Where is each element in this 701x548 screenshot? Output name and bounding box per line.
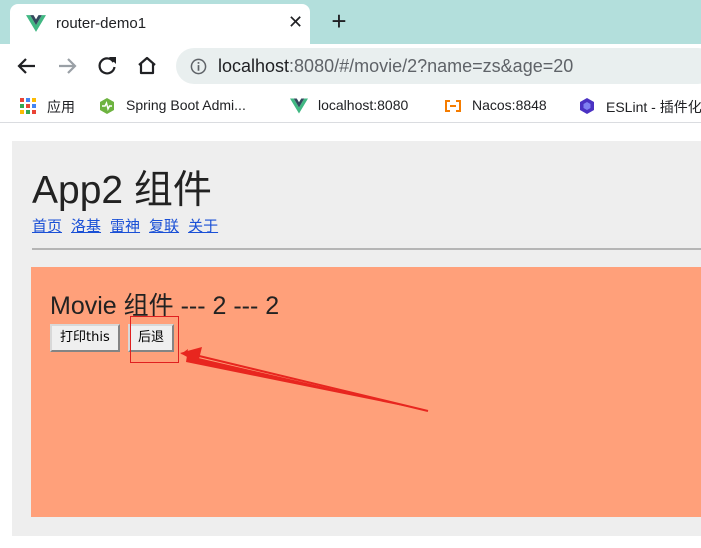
- tab-strip: router-demo1 ✕ +: [0, 0, 701, 44]
- print-this-button[interactable]: 打印this: [50, 324, 120, 352]
- nav-link-loki[interactable]: 洛基: [71, 218, 101, 235]
- apps-grid-icon: [20, 98, 36, 114]
- bookmark-label: Spring Boot Admi...: [126, 97, 246, 113]
- address-path: :8080/#/movie/2?name=zs&age=20: [289, 56, 574, 76]
- address-url[interactable]: localhost:8080/#/movie/2?name=zs&age=20: [218, 56, 573, 77]
- spring-boot-admin-icon: [100, 98, 114, 114]
- router-nav: 首页 洛基 雷神 复联 关于: [32, 215, 227, 236]
- address-host: localhost: [218, 56, 290, 76]
- nav-link-about[interactable]: 关于: [188, 218, 218, 235]
- browser-toolbar: localhost:8080/#/movie/2?name=zs&age=20: [0, 44, 701, 89]
- bookmarks-bar: 应用 Spring Boot Admi... localhost:8080 Na…: [0, 89, 701, 123]
- vue-logo-icon: [290, 98, 308, 114]
- annotation-highlight-box: [130, 316, 179, 363]
- nacos-icon: [445, 100, 461, 112]
- nav-link-avengers[interactable]: 复联: [149, 218, 179, 235]
- info-icon[interactable]: [190, 58, 207, 75]
- vue-logo-icon: [26, 15, 46, 32]
- movie-component: Movie 组件 --- 2 --- 2 打印this 后退: [31, 267, 701, 517]
- bookmark-label: ESLint - 插件化: [606, 99, 701, 115]
- divider: [32, 248, 701, 250]
- page-viewport: App2 组件 首页 洛基 雷神 复联 关于 Movie 组件 --- 2 --- 2 …: [0, 124, 701, 548]
- eslint-icon: [580, 98, 594, 114]
- new-tab-button[interactable]: +: [327, 7, 351, 35]
- bookmark-label: localhost:8080: [318, 97, 409, 113]
- home-icon[interactable]: [132, 52, 162, 80]
- page-title: App2 组件: [32, 169, 212, 212]
- browser-tab[interactable]: router-demo1 ✕: [10, 4, 310, 44]
- tab-close-icon[interactable]: ✕: [288, 12, 303, 32]
- nav-link-thor[interactable]: 雷神: [110, 218, 140, 235]
- nav-link-home[interactable]: 首页: [32, 218, 62, 235]
- bookmark-label: Nacos:8848: [472, 97, 547, 113]
- tab-title: router-demo1: [56, 15, 147, 32]
- app2-component: App2 组件 首页 洛基 雷神 复联 关于 Movie 组件 --- 2 --- 2 …: [12, 141, 701, 536]
- reload-icon[interactable]: [92, 52, 122, 80]
- back-arrow-icon[interactable]: [12, 52, 42, 80]
- address-bar[interactable]: localhost:8080/#/movie/2?name=zs&age=20: [176, 48, 701, 84]
- bookmark-label: 应用: [47, 99, 75, 115]
- forward-arrow-icon[interactable]: [52, 52, 82, 80]
